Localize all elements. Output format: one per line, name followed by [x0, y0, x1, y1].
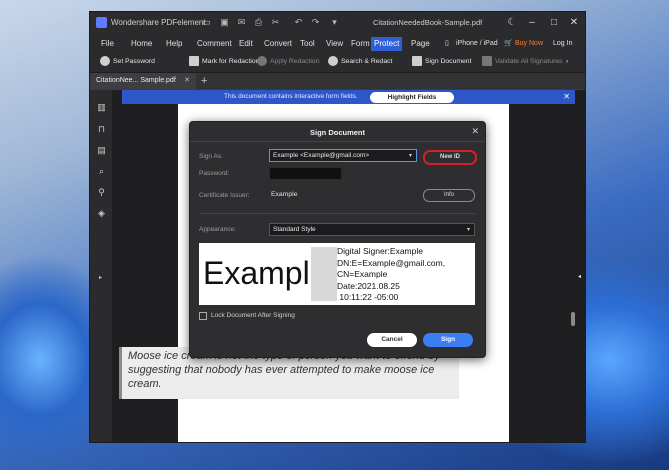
sign-as-select[interactable]: Example <Example@gmail.com> ▾ [269, 149, 417, 162]
app-logo-icon [96, 17, 107, 28]
save-icon[interactable]: ▣ [219, 17, 230, 28]
certificate-issuer-value: Example [271, 191, 298, 198]
menu-bar: File Home Help Comment Edit Convert Tool… [90, 34, 585, 52]
bookmark-icon[interactable]: ⊓ [96, 124, 107, 135]
certificate-issuer-label: Certificate Issuer: [199, 192, 250, 199]
menu-protect[interactable]: Protect [371, 37, 403, 51]
sign-document-dialog: Sign Document ✕ Sign As: Example <Exampl… [189, 121, 486, 358]
redaction-mark-icon [189, 56, 199, 67]
document-title: CitationNeededBook-Sample.pdf [373, 18, 483, 27]
menu-home[interactable]: Home [128, 37, 155, 51]
mail-icon[interactable]: ✉ [236, 17, 247, 28]
section-divider [199, 213, 475, 214]
dropdown-icon[interactable]: ▾ [329, 17, 340, 28]
signature-divider-block [311, 247, 337, 301]
banner-text: This document contains interactive form … [224, 93, 358, 100]
set-password-label: Set Password [113, 58, 155, 65]
phone-icon: ▯ [445, 40, 449, 47]
scissors-icon[interactable]: ✂ [270, 17, 281, 28]
apply-redaction-button[interactable]: Apply Redaction [257, 56, 320, 68]
menu-comment[interactable]: Comment [194, 37, 235, 51]
banner-close-icon[interactable]: ✕ [563, 92, 570, 101]
info-button[interactable]: Info [423, 189, 475, 202]
lock-document-label: Lock Document After Signing [211, 312, 295, 319]
cancel-button[interactable]: Cancel [367, 333, 417, 347]
tab-close-icon[interactable]: ✕ [184, 73, 190, 89]
new-id-button[interactable]: New ID [423, 150, 477, 165]
validate-signatures-button[interactable]: Validate All Signatures [482, 56, 563, 68]
form-fields-banner: This document contains interactive form … [122, 90, 575, 104]
iphone-ipad-link[interactable]: iPhone / iPad [456, 37, 498, 51]
menu-tool[interactable]: Tool [297, 37, 318, 51]
chevron-down-icon: ▾ [466, 227, 470, 233]
menu-convert[interactable]: Convert [261, 37, 295, 51]
folder-icon[interactable]: ▭ [201, 17, 212, 28]
appearance-select[interactable]: Standard Style ▾ [269, 223, 475, 236]
protect-toolbar: Set Password Mark for Redaction Apply Re… [90, 52, 585, 73]
tab-bar: CitationNee... Sample.pdf ✕ + [90, 73, 585, 89]
left-sidebar: ▥ ⊓ ▤ ⌕ ⚲ ◈ ▸ [90, 90, 112, 442]
undo-icon[interactable]: ↶ [293, 17, 304, 28]
sign-icon [412, 56, 422, 67]
dialog-close-icon[interactable]: ✕ [471, 126, 479, 137]
menu-page[interactable]: Page [408, 37, 433, 51]
expand-panel-icon[interactable]: ▸ [95, 273, 106, 284]
mark-for-redaction-button[interactable]: Mark for Redaction [189, 56, 259, 68]
print-icon[interactable]: ⎙ [253, 17, 264, 28]
cart-icon: 🛒 [504, 40, 513, 47]
collapse-right-panel-icon[interactable]: ◂ [578, 273, 581, 280]
maximize-button[interactable]: □ [546, 15, 562, 31]
validate-icon [482, 56, 492, 67]
sign-document-label: Sign Document [425, 58, 472, 65]
appearance-value: Standard Style [273, 226, 316, 233]
highlight-fields-button[interactable]: Highlight Fields [370, 92, 454, 103]
search-icon [328, 56, 338, 67]
set-password-button[interactable]: Set Password [100, 56, 155, 68]
thumbnails-icon[interactable]: ▥ [96, 102, 107, 113]
close-button[interactable]: ✕ [566, 15, 582, 31]
sign-document-button[interactable]: Sign Document [412, 56, 471, 68]
apply-redaction-icon [257, 56, 267, 67]
attachment-icon[interactable]: ⌕ [96, 166, 107, 177]
menu-edit[interactable]: Edit [236, 37, 256, 51]
layers-icon[interactable]: ◈ [96, 208, 107, 219]
search-icon[interactable]: ⚲ [96, 187, 107, 198]
minimize-button[interactable]: – [524, 15, 540, 31]
title-divider [190, 141, 485, 142]
new-tab-button[interactable]: + [201, 74, 207, 88]
app-name: Wondershare PDFelement [111, 18, 206, 27]
redo-icon[interactable]: ↷ [310, 17, 321, 28]
lock-icon [100, 56, 110, 67]
sign-as-label: Sign As: [199, 153, 223, 160]
apply-redaction-label: Apply Redaction [270, 58, 320, 65]
login-link[interactable]: Log In [553, 37, 572, 51]
tab-label: CitationNee... Sample.pdf [96, 77, 176, 84]
password-label: Password: [199, 170, 230, 177]
search-redact-label: Search & Redact [341, 58, 393, 65]
vertical-scrollbar-thumb[interactable] [571, 312, 575, 326]
menu-file[interactable]: File [98, 37, 117, 51]
comment-icon[interactable]: ▤ [96, 145, 107, 156]
menu-view[interactable]: View [323, 37, 346, 51]
password-field[interactable] [269, 167, 342, 180]
signature-preview: Example Digital Signer:Example DN:E=Exam… [199, 243, 475, 305]
dialog-title: Sign Document [309, 128, 365, 137]
chevron-down-icon: ▾ [408, 153, 412, 159]
sign-button[interactable]: Sign [423, 333, 473, 347]
chevron-right-icon[interactable]: › [566, 56, 568, 68]
mark-for-redaction-label: Mark for Redaction [202, 58, 260, 65]
search-redact-button[interactable]: Search & Redact [328, 56, 392, 68]
menu-form[interactable]: Form [348, 37, 373, 51]
moon-icon[interactable]: ☾ [504, 15, 520, 31]
signature-name: Example [203, 255, 328, 291]
tab-document[interactable]: CitationNee... Sample.pdf ✕ [90, 73, 196, 89]
buy-now-link[interactable]: Buy Now [515, 37, 543, 51]
title-bar: Wondershare PDFelement ▭ ▣ ✉ ⎙ ✂ ↶ ↷ ▾ C… [90, 12, 585, 34]
sign-as-value: Example <Example@gmail.com> [273, 152, 370, 159]
validate-signatures-label: Validate All Signatures [495, 58, 563, 65]
lock-document-checkbox[interactable] [199, 312, 207, 320]
signature-details: Digital Signer:Example DN:E=Example@gmai… [337, 246, 446, 303]
appearance-label: Appearance: [199, 226, 236, 233]
menu-help[interactable]: Help [163, 37, 185, 51]
